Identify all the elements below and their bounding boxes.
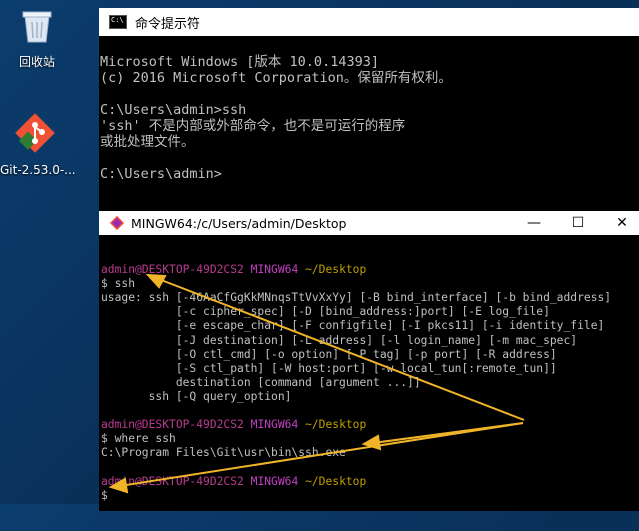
mingw-titlebar[interactable]: MINGW64:/c/Users/admin/Desktop — ☐ ✕ xyxy=(99,211,639,235)
recycle-bin-label: 回收站 xyxy=(18,55,55,69)
cmd-line: (c) 2016 Microsoft Corporation。保留所有权利。 xyxy=(100,70,452,86)
cmd-window[interactable]: 命令提示符 Microsoft Windows [版本 10.0.14393](… xyxy=(99,8,639,213)
prompt-line: admin@DESKTOP-49D2CS2 MINGW64 ~/Desktop xyxy=(101,474,367,488)
mingw-icon xyxy=(109,215,125,231)
usage-line: [-J destination] [-L address] [-l login_… xyxy=(101,333,578,347)
git-logo-icon xyxy=(15,113,55,153)
usage-line: [-e escape_char] [-F configfile] [-I pkc… xyxy=(101,319,605,333)
trash-icon xyxy=(22,11,52,43)
cmd-line xyxy=(100,150,639,166)
cmd-line: C:\Users\admin>ssh xyxy=(100,102,247,118)
usage-line: ssh [-Q query_option] xyxy=(101,389,292,403)
mingw-window[interactable]: MINGW64:/c/Users/admin/Desktop — ☐ ✕ adm… xyxy=(99,211,639,511)
recycle-bin-icon[interactable]: 回收站 xyxy=(2,4,72,70)
prompt-line: admin@DESKTOP-49D2CS2 MINGW64 ~/Desktop xyxy=(101,263,367,277)
cmd-line xyxy=(100,86,639,102)
close-button[interactable]: ✕ xyxy=(600,211,639,235)
cmd-line: 或批处理文件。 xyxy=(100,134,195,150)
minimize-button[interactable]: — xyxy=(512,211,556,235)
prompt-line: admin@DESKTOP-49D2CS2 MINGW64 ~/Desktop xyxy=(101,418,367,432)
command-line: $ ssh xyxy=(101,277,136,291)
mingw-terminal-output[interactable]: admin@DESKTOP-49D2CS2 MINGW64 ~/Desktop $… xyxy=(99,235,639,531)
git-installer-icon[interactable]: Git-2.53.0-... xyxy=(0,110,76,177)
cmd-titlebar[interactable]: 命令提示符 xyxy=(99,8,639,36)
cmd-line: Microsoft Windows [版本 10.0.14393] xyxy=(100,54,379,70)
usage-line: [-S ctl_path] [-W host:port] [-w local_t… xyxy=(101,361,557,375)
cmd-title: 命令提示符 xyxy=(135,16,201,32)
where-result-line: C:\Program Files\Git\usr\bin\ssh.exe xyxy=(101,446,346,460)
cmd-icon xyxy=(109,15,127,29)
command-line: $ where ssh xyxy=(101,432,176,446)
git-installer-label: Git-2.53.0-... xyxy=(0,163,76,177)
maximize-button[interactable]: ☐ xyxy=(556,211,600,235)
cmd-output[interactable]: Microsoft Windows [版本 10.0.14393] (c) 201… xyxy=(99,36,639,214)
usage-line: [-c cipher_spec] [-D [bind_address:]port… xyxy=(101,305,550,319)
usage-line: usage: ssh [-46AaCfGgKkMNnqsTtVvXxYy] [-… xyxy=(101,291,612,305)
command-line: $ xyxy=(101,488,108,502)
mingw-title: MINGW64:/c/Users/admin/Desktop xyxy=(131,215,347,231)
cmd-line: C:\Users\admin> xyxy=(100,166,222,182)
usage-line: destination [command [argument ...]] xyxy=(101,375,421,389)
usage-line: [-O ctl_cmd] [-o option] [-P tag] [-p po… xyxy=(101,347,557,361)
cmd-line: 'ssh' 不是内部或外部命令，也不是可运行的程序 xyxy=(100,118,406,134)
